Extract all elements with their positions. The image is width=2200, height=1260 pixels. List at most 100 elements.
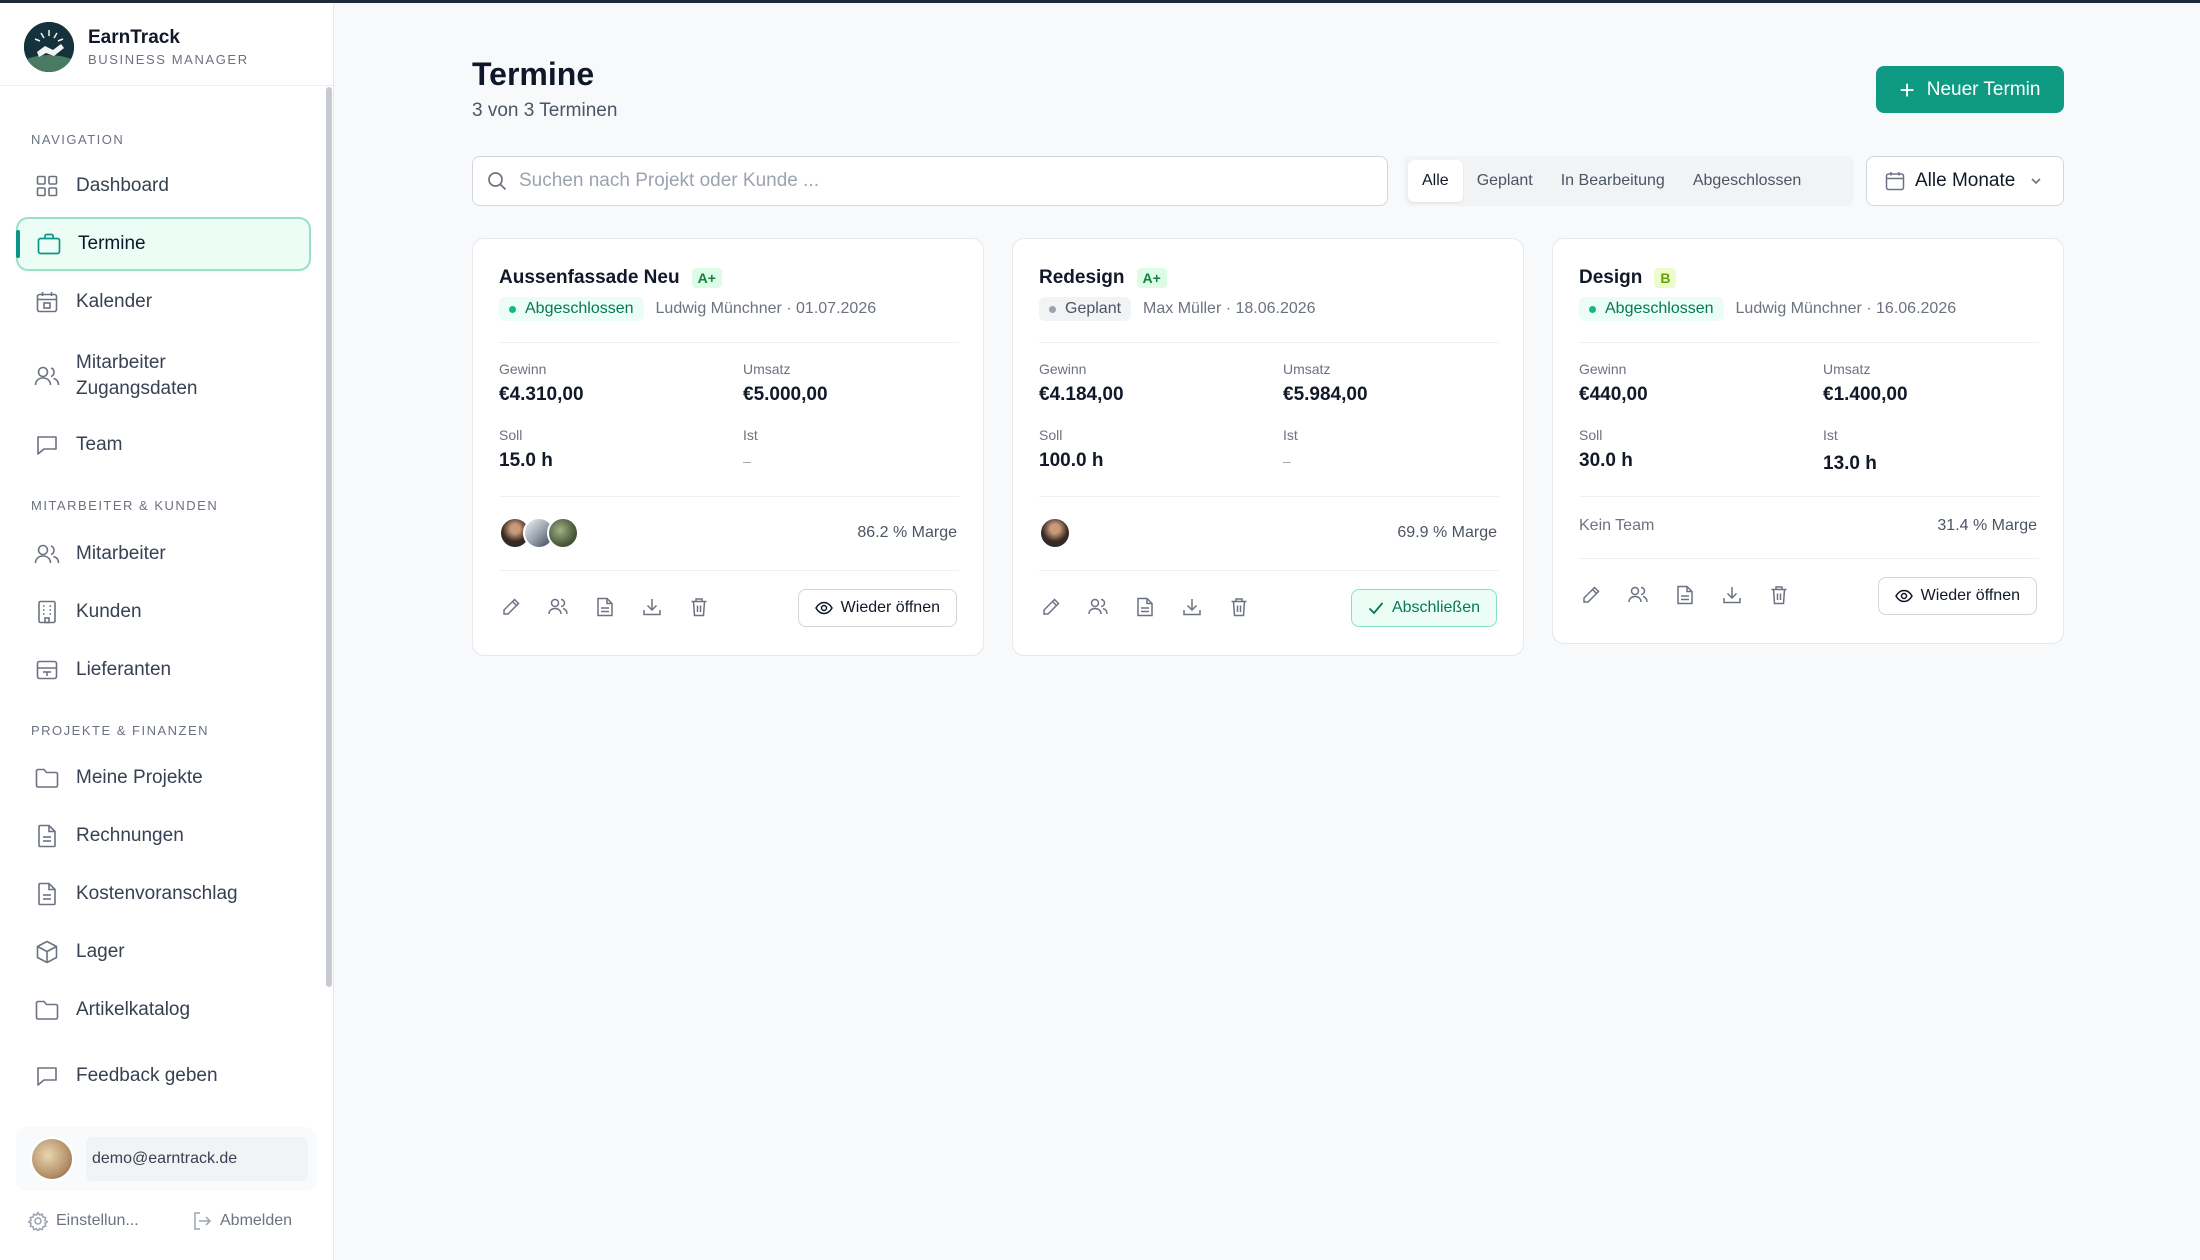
sidebar-item-kunden[interactable]: Kunden xyxy=(16,585,311,639)
label-gewinn: Gewinn xyxy=(499,361,547,377)
document-icon[interactable] xyxy=(1673,583,1697,607)
team-icon[interactable] xyxy=(1626,583,1650,607)
label-gewinn: Gewinn xyxy=(1039,361,1087,377)
value-soll: 15.0 h xyxy=(499,450,553,471)
logout-label: Abmelden xyxy=(220,1212,293,1229)
appointment-card[interactable]: Aussenfassade Neu A+ Abgeschlossen Ludwi… xyxy=(472,238,984,656)
filter-geplant[interactable]: Geplant xyxy=(1463,160,1547,202)
document-icon xyxy=(34,881,60,907)
status-badge: Abgeschlossen xyxy=(1579,297,1724,321)
section-mitarbeiter-kunden: MITARBEITER & KUNDEN xyxy=(31,498,219,513)
sidebar-item-dashboard[interactable]: Dashboard xyxy=(16,159,311,213)
value-gewinn: €4.184,00 xyxy=(1039,384,1124,405)
month-select-value: Alle Monate xyxy=(1915,170,2016,191)
chat-icon xyxy=(34,432,60,458)
plus-icon: + xyxy=(1899,74,1915,105)
value-umsatz: €5.984,00 xyxy=(1283,384,1368,405)
box-icon xyxy=(34,939,60,965)
search-input[interactable] xyxy=(519,170,1339,192)
avatar xyxy=(547,517,579,549)
label-soll: Soll xyxy=(1039,427,1063,443)
sidebar-scrollbar[interactable] xyxy=(326,87,332,987)
brand-divider xyxy=(0,85,333,86)
label-umsatz: Umsatz xyxy=(1283,361,1331,377)
filter-alle[interactable]: Alle xyxy=(1408,160,1463,202)
complete-button[interactable]: Abschließen xyxy=(1350,589,1497,627)
team-avatars[interactable] xyxy=(1039,517,1071,549)
sidebar-item-lager[interactable]: Lager xyxy=(16,925,311,979)
sidebar-item-artikelkatalog[interactable]: Artikelkatalog xyxy=(16,983,311,1037)
edit-icon[interactable] xyxy=(1039,595,1063,619)
eye-icon xyxy=(814,601,833,615)
avatar xyxy=(30,1137,74,1181)
sidebar-item-lieferanten[interactable]: Lieferanten xyxy=(16,643,311,697)
complete-label: Abschließen xyxy=(1391,599,1480,616)
grid-icon xyxy=(34,173,60,199)
users-icon xyxy=(34,541,60,567)
user-email: demo@earntrack.de xyxy=(86,1137,308,1181)
sidebar-item-label: Dashboard xyxy=(76,175,169,196)
sidebar-item-rechnungen[interactable]: Rechnungen xyxy=(16,809,311,863)
card-title: Design xyxy=(1579,267,1643,288)
user-profile[interactable]: demo@earntrack.de xyxy=(16,1127,317,1191)
trash-icon[interactable] xyxy=(1227,595,1251,619)
appointment-card[interactable]: Design B Abgeschlossen Ludwig Münchner ·… xyxy=(1552,238,2064,644)
team-icon[interactable] xyxy=(1086,595,1110,619)
sidebar-item-team[interactable]: Team xyxy=(16,418,311,472)
label-ist: Ist xyxy=(1823,427,1838,443)
margin-value: 31.4 % Marge xyxy=(1937,517,2037,534)
sidebar-item-kostenvoranschlag[interactable]: Kostenvoranschlag xyxy=(16,867,311,921)
edit-icon[interactable] xyxy=(499,595,523,619)
avatar xyxy=(1039,517,1071,549)
trash-icon[interactable] xyxy=(1767,583,1791,607)
new-appointment-button[interactable]: + Neuer Termin xyxy=(1876,66,2064,113)
new-appointment-label: Neuer Termin xyxy=(1926,78,2041,100)
gear-icon xyxy=(28,1211,48,1231)
logout-button[interactable]: Abmelden xyxy=(192,1211,292,1231)
filter-in-bearbeitung[interactable]: In Bearbeitung xyxy=(1547,160,1679,202)
sidebar-item-mitarbeiter-zugangsdaten[interactable]: Mitarbeiter Zugangsdaten xyxy=(16,339,311,413)
folder-icon xyxy=(34,997,60,1023)
filter-abgeschlossen[interactable]: Abgeschlossen xyxy=(1679,160,1816,202)
month-select[interactable]: Alle Monate xyxy=(1866,156,2064,206)
download-icon[interactable] xyxy=(640,595,664,619)
trash-icon[interactable] xyxy=(687,595,711,619)
sidebar-item-label: Meine Projekte xyxy=(76,767,203,788)
reopen-button[interactable]: Wieder öffnen xyxy=(797,589,957,627)
brand[interactable]: EarnTrack BUSINESS MANAGER xyxy=(24,20,249,74)
card-meta: Ludwig Münchner · 16.06.2026 xyxy=(1735,300,1957,317)
settings-button[interactable]: Einstellun... xyxy=(28,1211,139,1231)
label-gewinn: Gewinn xyxy=(1579,361,1627,377)
calendar-icon xyxy=(34,289,60,315)
reopen-button[interactable]: Wieder öffnen xyxy=(1877,577,2037,615)
document-icon[interactable] xyxy=(1133,595,1157,619)
appointment-card[interactable]: Redesign A+ Geplant Max Müller · 18.06.2… xyxy=(1012,238,1524,656)
card-title: Redesign xyxy=(1039,267,1125,288)
sidebar-item-termine[interactable]: Termine xyxy=(16,217,311,271)
team-avatars[interactable] xyxy=(499,517,579,549)
sidebar-item-kalender[interactable]: Kalender xyxy=(16,275,311,329)
document-icon[interactable] xyxy=(593,595,617,619)
section-navigation: NAVIGATION xyxy=(31,132,125,147)
card-meta: Ludwig Münchner · 01.07.2026 xyxy=(655,300,877,317)
folder-icon xyxy=(34,765,60,791)
sidebar-item-mitarbeiter[interactable]: Mitarbeiter xyxy=(16,527,311,581)
sidebar-item-label: Rechnungen xyxy=(76,825,184,846)
page-subtitle: 3 von 3 Terminen xyxy=(472,100,618,121)
grade-badge: A+ xyxy=(691,268,722,288)
value-ist: 13.0 h xyxy=(1823,453,1877,474)
value-ist: – xyxy=(743,453,751,469)
download-icon[interactable] xyxy=(1720,583,1744,607)
feedback-button[interactable]: Feedback geben xyxy=(16,1049,311,1103)
building-icon xyxy=(34,599,60,625)
edit-icon[interactable] xyxy=(1579,583,1603,607)
eye-icon xyxy=(1894,589,1913,603)
label-soll: Soll xyxy=(1579,427,1603,443)
card-meta: Max Müller · 18.06.2026 xyxy=(1143,300,1316,317)
team-icon[interactable] xyxy=(546,595,570,619)
search-box[interactable] xyxy=(472,156,1388,206)
download-icon[interactable] xyxy=(1180,595,1204,619)
users-icon xyxy=(34,363,60,389)
sidebar-item-meine-projekte[interactable]: Meine Projekte xyxy=(16,751,311,805)
app-name: EarnTrack xyxy=(88,27,180,48)
